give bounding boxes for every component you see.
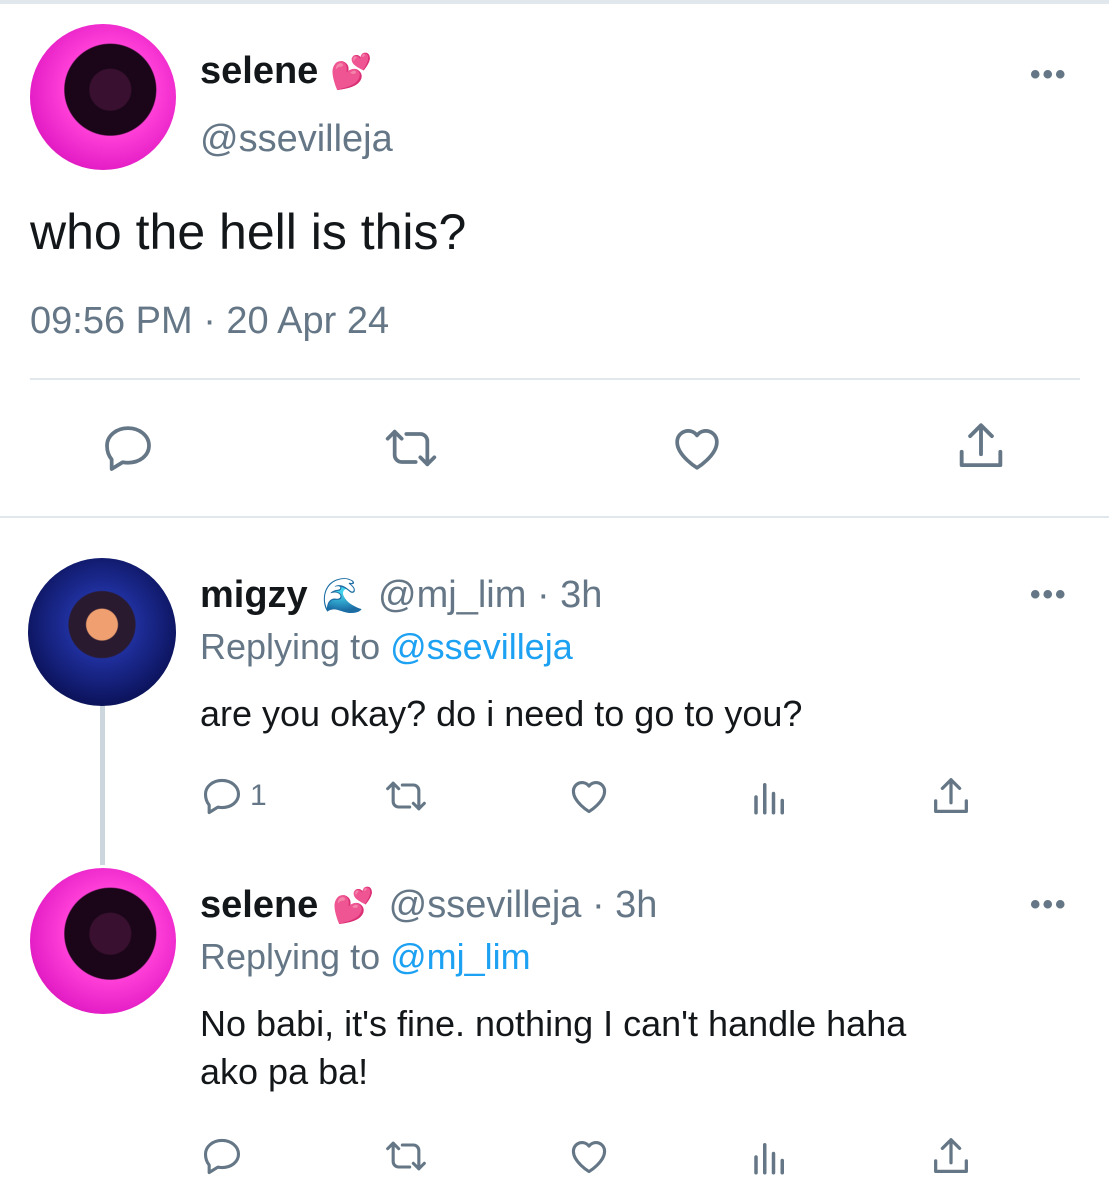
- retweet-button[interactable]: [380, 420, 442, 476]
- retweet-icon: [386, 1141, 426, 1171]
- share-icon: [934, 778, 968, 814]
- share-icon: [959, 423, 1003, 468]
- username[interactable]: @ssevilleja: [200, 118, 393, 161]
- more-icon[interactable]: •••: [1030, 58, 1068, 92]
- name-emoji: 🌊: [321, 576, 365, 615]
- author-row: migzy 🌊 @mj_lim · 3h: [200, 574, 602, 617]
- reply-button[interactable]: [200, 1134, 250, 1178]
- username-time[interactable]: @ssevilleja · 3h: [389, 884, 658, 927]
- reply-icon: [203, 1138, 241, 1175]
- reply-button[interactable]: [100, 420, 156, 476]
- retweet-icon: [385, 429, 437, 467]
- reply-text-line: No babi, it's fine. nothing I can't hand…: [200, 1003, 907, 1044]
- replying-to: Replying to @mj_lim: [200, 936, 531, 978]
- reply-icon: [203, 778, 241, 815]
- share-button[interactable]: [928, 774, 974, 820]
- reply-text: No babi, it's fine. nothing I can't hand…: [200, 1000, 906, 1096]
- like-icon: [571, 1141, 607, 1174]
- analytics-button[interactable]: [748, 776, 792, 818]
- divider: [30, 378, 1080, 380]
- thread-line: [100, 700, 105, 865]
- top-border: [0, 0, 1109, 4]
- like-icon: [571, 781, 607, 814]
- display-name[interactable]: migzy: [200, 574, 308, 617]
- replying-handle-link[interactable]: @mj_lim: [390, 936, 531, 977]
- name-emoji: 💕: [330, 52, 373, 91]
- like-button[interactable]: [566, 774, 612, 818]
- analytics-button[interactable]: [748, 1136, 792, 1178]
- display-name[interactable]: selene: [200, 50, 318, 93]
- reply-text-line: ako pa ba!: [200, 1051, 369, 1092]
- tweet-text: who the hell is this?: [30, 204, 467, 260]
- replying-handle-link[interactable]: @ssevilleja: [390, 626, 573, 667]
- retweet-icon: [386, 781, 426, 811]
- reply-text: are you okay? do i need to go to you?: [200, 693, 803, 734]
- name-emoji: 💕: [332, 886, 375, 925]
- section-divider: [0, 516, 1109, 518]
- more-icon[interactable]: •••: [1030, 888, 1068, 922]
- analytics-icon: [754, 1143, 784, 1175]
- reply-button[interactable]: 1: [200, 774, 267, 818]
- author-row: selene 💕 @ssevilleja · 3h: [200, 884, 657, 927]
- share-button[interactable]: [952, 418, 1010, 476]
- like-icon: [675, 429, 719, 470]
- username-time[interactable]: @mj_lim · 3h: [378, 574, 602, 617]
- retweet-button[interactable]: [382, 1134, 430, 1178]
- share-icon: [934, 1138, 968, 1174]
- share-button[interactable]: [928, 1134, 974, 1180]
- more-icon[interactable]: •••: [1030, 578, 1068, 612]
- reply-count: 1: [250, 779, 267, 812]
- display-name[interactable]: selene: [200, 884, 318, 927]
- analytics-icon: [754, 783, 784, 815]
- avatar[interactable]: [30, 24, 176, 170]
- avatar[interactable]: [30, 868, 176, 1014]
- author-row: selene 💕: [200, 50, 373, 93]
- reply-icon: [105, 426, 151, 471]
- avatar[interactable]: [28, 558, 176, 706]
- tweet-timestamp[interactable]: 09:56 PM · 20 Apr 24: [30, 300, 389, 343]
- retweet-button[interactable]: [382, 774, 430, 818]
- replying-label: Replying to: [200, 626, 381, 667]
- replying-to: Replying to @ssevilleja: [200, 626, 573, 668]
- replying-label: Replying to: [200, 936, 381, 977]
- like-button[interactable]: [668, 420, 726, 476]
- like-button[interactable]: [566, 1134, 612, 1178]
